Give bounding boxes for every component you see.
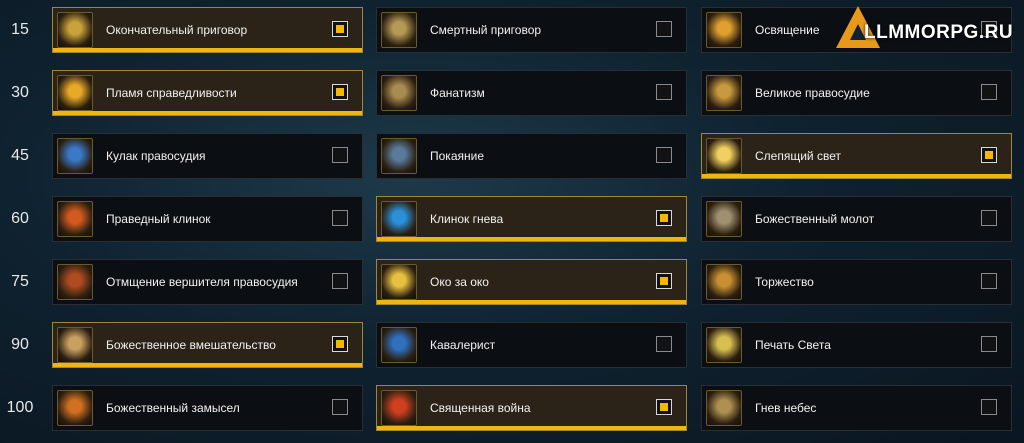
talent-checkbox[interactable] — [981, 336, 997, 352]
talent-checkbox[interactable] — [981, 399, 997, 415]
talent-tile[interactable]: Божественный замысел — [52, 385, 363, 431]
talent-name: Торжество — [755, 275, 814, 289]
talent-checkbox[interactable] — [981, 147, 997, 163]
talent-name: Клинок гнева — [430, 212, 504, 226]
talent-name: Кавалерист — [430, 338, 496, 352]
level-label: 45 — [11, 147, 29, 164]
talent-tile[interactable]: Гнев небес — [701, 385, 1012, 431]
talent-name: Око за око — [430, 275, 489, 289]
talent-tile[interactable]: Божественное вмешательство — [52, 322, 363, 368]
talent-name: Священная война — [430, 401, 531, 415]
level-label: 75 — [11, 273, 29, 290]
talent-tile[interactable]: Фанатизм — [376, 70, 687, 116]
logo-text: LLMMORPG.RU — [864, 22, 1014, 43]
divine-hammer-icon — [706, 201, 742, 237]
talent-tile[interactable]: Священная война — [376, 385, 687, 431]
talent-checkbox[interactable] — [656, 399, 672, 415]
talent-name: Божественный замысел — [106, 401, 240, 415]
talent-tile[interactable]: Клинок гнева — [376, 196, 687, 242]
great-justice-icon — [706, 75, 742, 111]
cavalier-icon — [381, 327, 417, 363]
talent-checkbox[interactable] — [332, 273, 348, 289]
talent-tile[interactable]: Кулак правосудия — [52, 133, 363, 179]
talent-name: Великое правосудие — [755, 86, 870, 100]
talent-name: Божественное вмешательство — [106, 338, 276, 352]
eye-for-eye-icon — [381, 264, 417, 300]
talent-checkbox[interactable] — [332, 21, 348, 37]
talent-checkbox[interactable] — [981, 210, 997, 226]
fanaticism-icon — [381, 75, 417, 111]
talent-checkbox[interactable] — [332, 336, 348, 352]
talent-checkbox[interactable] — [656, 84, 672, 100]
level-label: 100 — [6, 399, 34, 416]
talent-name: Смертный приговор — [430, 23, 542, 37]
talent-checkbox[interactable] — [332, 210, 348, 226]
talent-tile[interactable]: Печать Света — [701, 322, 1012, 368]
level-label: 15 — [11, 21, 29, 38]
holy-wrath-icon — [706, 390, 742, 426]
talent-checkbox[interactable] — [656, 273, 672, 289]
talent-name: Гнев небес — [755, 401, 817, 415]
talent-checkbox[interactable] — [332, 84, 348, 100]
hammer-verdict-icon — [57, 12, 93, 48]
talent-name: Пламя справедливости — [106, 86, 237, 100]
talent-name: Печать Света — [755, 338, 831, 352]
talent-name: Праведный клинок — [106, 212, 211, 226]
divine-purpose-icon — [57, 390, 93, 426]
talent-checkbox[interactable] — [981, 84, 997, 100]
talent-tile[interactable]: Кавалерист — [376, 322, 687, 368]
talent-checkbox[interactable] — [656, 21, 672, 37]
talent-name: Божественный молот — [755, 212, 875, 226]
justicar-vengeance-icon — [57, 264, 93, 300]
talent-grid: 15 Окончательный приговор Смертный пригово… — [0, 0, 1024, 443]
talent-tile[interactable]: Отмщение вершителя правосудия — [52, 259, 363, 305]
talent-checkbox[interactable] — [656, 147, 672, 163]
blinding-light-icon — [706, 138, 742, 174]
flame-justice-icon — [57, 75, 93, 111]
talent-tile[interactable]: Великое правосудие — [701, 70, 1012, 116]
talent-checkbox[interactable] — [656, 210, 672, 226]
crusade-icon — [381, 390, 417, 426]
site-logo: LLMMORPG.RU — [834, 6, 1024, 54]
talent-checkbox[interactable] — [656, 336, 672, 352]
level-label: 60 — [11, 210, 29, 227]
righteous-blade-icon — [57, 201, 93, 237]
execution-sentence-icon — [381, 12, 417, 48]
talent-name: Фанатизм — [430, 86, 485, 100]
talent-checkbox[interactable] — [332, 399, 348, 415]
talent-name: Отмщение вершителя правосудия — [106, 275, 298, 289]
talent-tile[interactable]: Торжество — [701, 259, 1012, 305]
level-label: 30 — [11, 84, 29, 101]
talent-checkbox[interactable] — [332, 147, 348, 163]
talent-tile[interactable]: Божественный молот — [701, 196, 1012, 242]
talent-tile[interactable]: Окончательный приговор — [52, 7, 363, 53]
fist-justice-icon — [57, 138, 93, 174]
talent-tile[interactable]: Око за око — [376, 259, 687, 305]
talent-tile[interactable]: Смертный приговор — [376, 7, 687, 53]
talent-checkbox[interactable] — [981, 273, 997, 289]
talent-name: Слепящий свет — [755, 149, 841, 163]
seal-light-icon — [706, 327, 742, 363]
blade-wrath-icon — [381, 201, 417, 237]
repentance-icon — [381, 138, 417, 174]
talent-name: Окончательный приговор — [106, 23, 248, 37]
level-label: 90 — [11, 336, 29, 353]
talent-name: Покаяние — [430, 149, 484, 163]
talent-name: Кулак правосудия — [106, 149, 206, 163]
triumph-icon — [706, 264, 742, 300]
talent-tile[interactable]: Пламя справедливости — [52, 70, 363, 116]
talent-tile[interactable]: Слепящий свет — [701, 133, 1012, 179]
talent-name: Освящение — [755, 23, 820, 37]
talent-tile[interactable]: Праведный клинок — [52, 196, 363, 242]
talent-tile[interactable]: Покаяние — [376, 133, 687, 179]
divine-intervention-icon — [57, 327, 93, 363]
consecration-icon — [706, 12, 742, 48]
